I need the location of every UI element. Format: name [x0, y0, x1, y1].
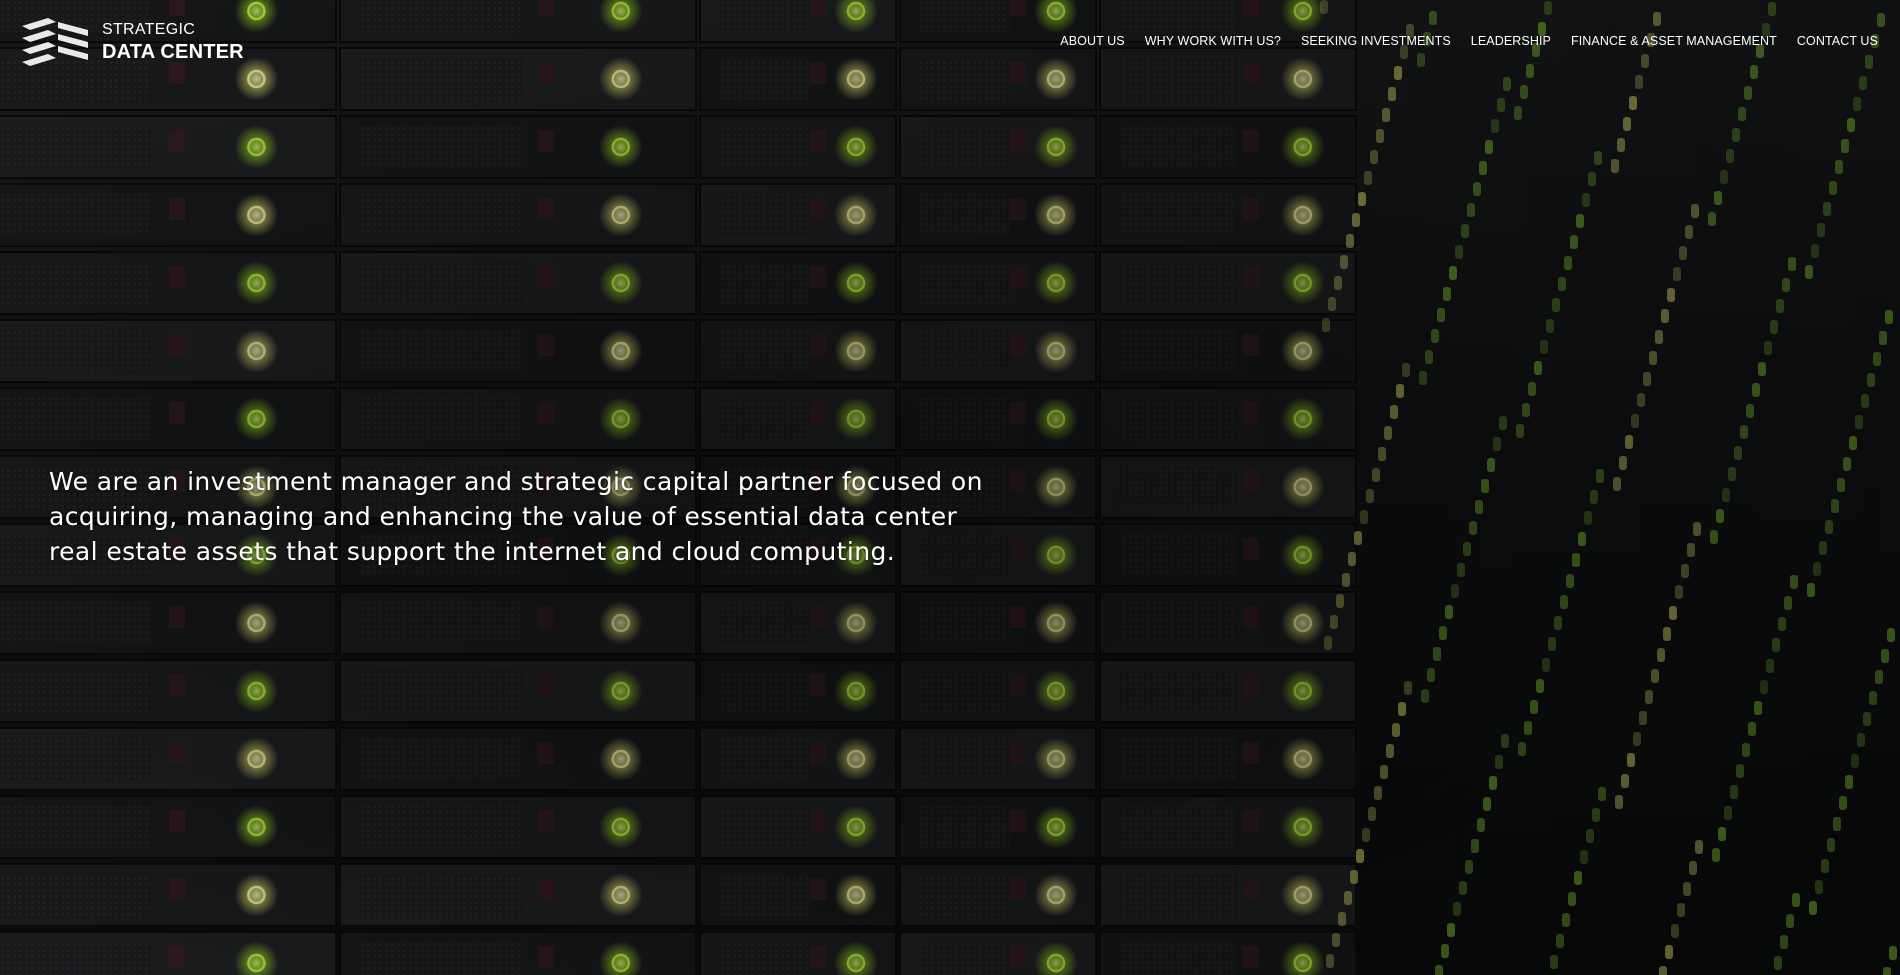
- main-navigation: ABOUT US WHY WORK WITH US? SEEKING INVES…: [1040, 34, 1878, 48]
- nav-why-work-with-us[interactable]: WHY WORK WITH US?: [1145, 34, 1281, 48]
- logo-text: STRATEGIC DATA CENTER: [102, 21, 244, 63]
- nav-contact-us[interactable]: CONTACT US: [1797, 34, 1878, 48]
- stacked-chevron-logo-icon: [22, 18, 88, 66]
- hero-section: STRATEGIC DATA CENTER ABOUT US WHY WORK …: [0, 0, 1900, 975]
- nav-leadership[interactable]: LEADERSHIP: [1471, 34, 1551, 48]
- nav-about-us[interactable]: ABOUT US: [1060, 34, 1124, 48]
- site-header: STRATEGIC DATA CENTER ABOUT US WHY WORK …: [0, 0, 1900, 90]
- hero-headline: We are an investment manager and strateg…: [49, 467, 983, 566]
- logo-line-2: DATA CENTER: [102, 41, 244, 63]
- logo-line-1: STRATEGIC: [102, 21, 196, 38]
- nav-seeking-investments[interactable]: SEEKING INVESTMENTS: [1301, 34, 1451, 48]
- nav-finance-asset-management[interactable]: FINANCE & ASSET MANAGEMENT: [1571, 34, 1777, 48]
- site-logo-link[interactable]: STRATEGIC DATA CENTER: [18, 16, 244, 68]
